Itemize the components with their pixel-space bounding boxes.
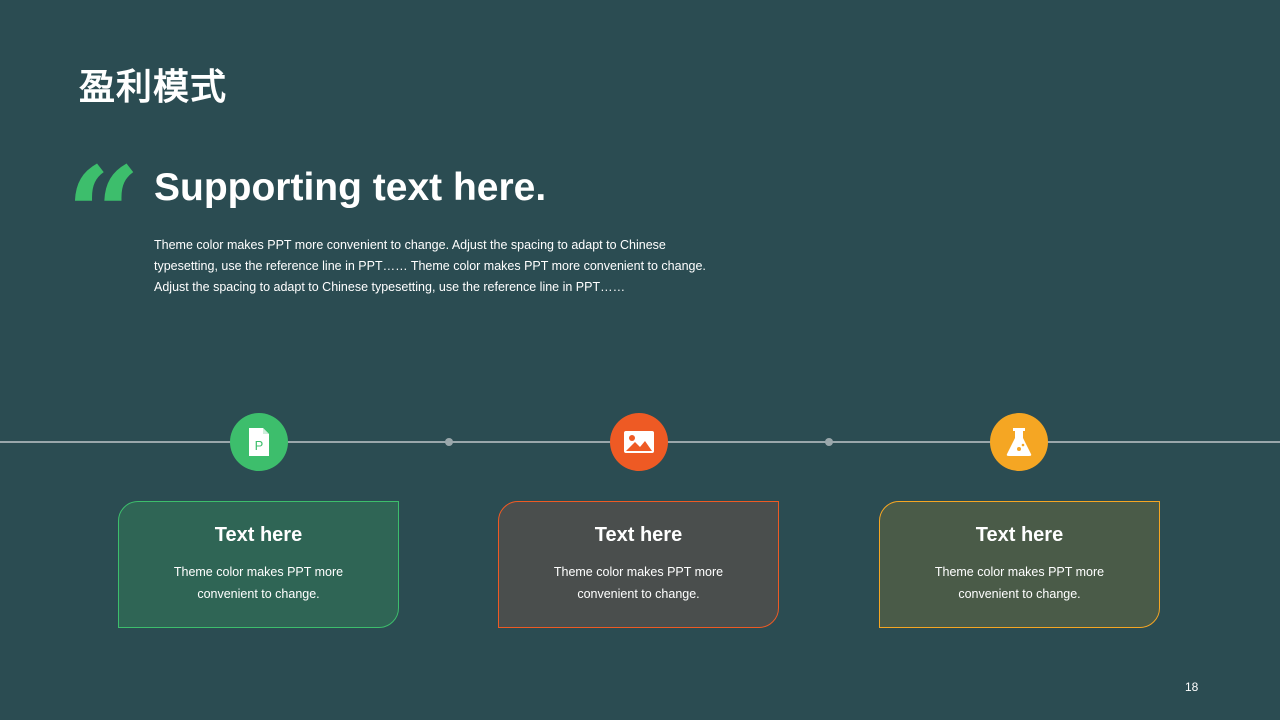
timeline-node-2 xyxy=(610,413,668,471)
flask-icon xyxy=(1006,428,1032,456)
headline: Supporting text here. xyxy=(154,166,547,209)
timeline-node-1: P xyxy=(230,413,288,471)
card-text: Theme color makes PPT more convenient to… xyxy=(173,565,344,601)
svg-text:P: P xyxy=(255,438,264,453)
card-title: Text here xyxy=(975,524,1064,546)
page-number: 18 xyxy=(1185,680,1199,694)
card-title: Text here xyxy=(594,524,683,546)
card-title: Text here xyxy=(214,524,303,546)
body-paragraph: Theme color makes PPT more convenient to… xyxy=(154,238,706,294)
card-1: Text here Theme color makes PPT more con… xyxy=(118,501,399,628)
ppt-file-icon: P xyxy=(249,428,269,456)
card-3: Text here Theme color makes PPT more con… xyxy=(879,501,1160,628)
timeline-dot xyxy=(445,438,453,446)
timeline-dot xyxy=(825,438,833,446)
timeline-node-3 xyxy=(990,413,1048,471)
card-text: Theme color makes PPT more convenient to… xyxy=(553,565,724,601)
quote-icon: “ xyxy=(66,138,141,291)
card-text: Theme color makes PPT more convenient to… xyxy=(934,565,1105,601)
card-2: Text here Theme color makes PPT more con… xyxy=(498,501,779,628)
image-icon xyxy=(624,431,654,453)
slide-title: 盈利模式 xyxy=(79,67,228,108)
